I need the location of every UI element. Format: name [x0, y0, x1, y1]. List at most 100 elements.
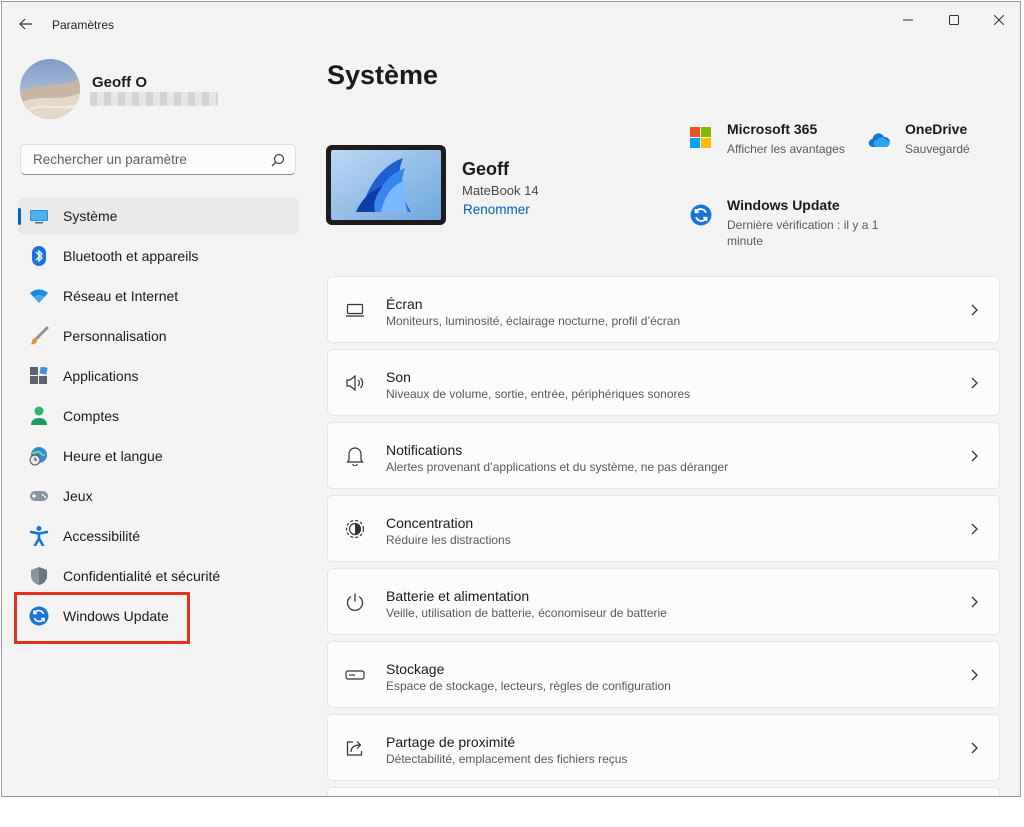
brush-icon	[29, 326, 49, 346]
rename-link[interactable]: Renommer	[463, 202, 530, 217]
share-icon	[345, 738, 365, 758]
wifi-icon	[29, 286, 49, 306]
close-icon	[994, 15, 1004, 25]
sidebar-item-label: Accessibilité	[63, 528, 141, 544]
card-concentration[interactable]: Concentration Réduire les distractions	[327, 495, 1000, 562]
card-desc: Moniteurs, luminosité, éclairage nocturn…	[386, 314, 681, 328]
sidebar-item-label: Réseau et Internet	[63, 288, 179, 304]
sidebar-item-jeux[interactable]: Jeux	[18, 478, 299, 514]
card-desc: Détectabilité, emplacement des fichiers …	[386, 752, 628, 766]
card-title: Batterie et alimentation	[386, 588, 530, 604]
power-icon	[345, 592, 365, 612]
accessibility-icon	[29, 526, 49, 546]
card-son[interactable]: Son Niveaux de volume, sortie, entrée, p…	[327, 349, 1000, 416]
avatar[interactable]	[20, 59, 80, 119]
monitor-icon	[29, 206, 49, 226]
tile-title: Microsoft 365	[727, 121, 818, 137]
windows-bloom-image	[331, 150, 441, 220]
minimize-icon	[903, 19, 913, 21]
tile-subtitle: Afficher les avantages	[727, 142, 845, 156]
person-icon	[29, 406, 49, 426]
focus-icon	[345, 519, 365, 539]
chevron-right-icon	[971, 523, 978, 535]
arrow-left-icon	[19, 18, 32, 30]
tile-subtitle: Dernière vérification : il y a 1 minute	[727, 217, 878, 249]
device-model: MateBook 14	[462, 183, 539, 198]
page-title: Système	[327, 60, 439, 90]
chevron-right-icon	[971, 450, 978, 462]
title-bar: Paramètres	[2, 2, 1020, 42]
card-title: Partage de proximité	[386, 734, 516, 750]
storage-icon	[345, 665, 365, 685]
card-desc: Veille, utilisation de batterie, économi…	[386, 606, 667, 620]
card-stockage[interactable]: Stockage Espace de stockage, lecteurs, r…	[327, 641, 1000, 708]
globe-clock-icon	[29, 446, 49, 466]
tile-subtitle: Sauvegardé	[905, 142, 970, 156]
card-title: Stockage	[386, 661, 445, 677]
card-title: Écran	[386, 296, 423, 312]
bluetooth-icon	[29, 246, 49, 266]
sidebar-item-accessibilite[interactable]: Accessibilité	[18, 518, 299, 554]
sidebar-nav: Système Bluetooth et appareils Réseau et…	[18, 198, 299, 638]
maximize-button[interactable]	[932, 6, 976, 34]
card-notifications[interactable]: Notifications Alertes provenant d’applic…	[327, 422, 1000, 489]
search-icon[interactable]	[271, 153, 285, 167]
card-title: Concentration	[386, 515, 474, 531]
search-box[interactable]	[20, 144, 296, 175]
device-thumbnail	[326, 145, 446, 225]
card-desc: Espace de stockage, lecteurs, règles de …	[386, 679, 671, 693]
sidebar-item-label: Jeux	[63, 488, 93, 504]
windows-update-highlight	[14, 592, 190, 644]
sidebar-item-label: Heure et langue	[63, 448, 163, 464]
device-name: Geoff	[462, 159, 509, 179]
minimize-button[interactable]	[886, 6, 930, 34]
card-batterie[interactable]: Batterie et alimentation Veille, utilisa…	[327, 568, 1000, 635]
card-ecran[interactable]: Écran Moniteurs, luminosité, éclairage n…	[327, 276, 1000, 343]
tile-microsoft-365[interactable]: Microsoft 365 Afficher les avantages	[690, 121, 860, 161]
chevron-right-icon	[971, 742, 978, 754]
user-email-redacted	[90, 92, 218, 106]
avatar-desert-image	[20, 59, 80, 119]
chevron-right-icon	[971, 596, 978, 608]
card-title: Son	[386, 369, 411, 385]
settings-list: Écran Moniteurs, luminosité, éclairage n…	[327, 276, 1000, 796]
chevron-right-icon	[971, 304, 978, 316]
bell-icon	[345, 446, 365, 466]
sidebar-item-label: Confidentialité et sécurité	[63, 568, 221, 584]
card-desc: Réduire les distractions	[386, 533, 511, 547]
sync-icon	[690, 204, 712, 226]
sidebar-item-reseau[interactable]: Réseau et Internet	[18, 278, 299, 314]
card-partage-proximite[interactable]: Partage de proximité Détectabilité, empl…	[327, 714, 1000, 781]
speaker-icon	[345, 373, 365, 393]
sidebar-item-heure-langue[interactable]: Heure et langue	[18, 438, 299, 474]
tile-onedrive[interactable]: OneDrive Sauvegardé	[868, 121, 1008, 161]
card-title: Notifications	[386, 442, 463, 458]
sidebar-item-confidentialite[interactable]: Confidentialité et sécurité	[18, 558, 299, 594]
tile-windows-update[interactable]: Windows Update Dernière vérification : i…	[690, 197, 900, 253]
app-title: Paramètres	[52, 18, 115, 32]
sidebar-item-systeme[interactable]: Système	[18, 198, 299, 234]
search-input[interactable]	[31, 151, 265, 168]
tile-title: OneDrive	[905, 121, 968, 137]
gamepad-icon	[29, 486, 49, 506]
sidebar-item-bluetooth[interactable]: Bluetooth et appareils	[18, 238, 299, 274]
sidebar-item-personnalisation[interactable]: Personnalisation	[18, 318, 299, 354]
user-name: Geoff O	[92, 74, 147, 91]
chevron-right-icon	[971, 669, 978, 681]
card-desc: Alertes provenant d’applications et du s…	[386, 460, 729, 474]
sidebar-item-label: Personnalisation	[63, 328, 167, 344]
sidebar-item-applications[interactable]: Applications	[18, 358, 299, 394]
cloud-icon	[868, 133, 890, 148]
tile-title: Windows Update	[727, 197, 840, 213]
card-next-partial[interactable]	[327, 787, 1000, 796]
sidebar-item-label: Système	[63, 208, 118, 224]
sidebar-item-label: Comptes	[63, 408, 120, 424]
chevron-right-icon	[971, 377, 978, 389]
sidebar-item-label: Applications	[63, 368, 139, 384]
microsoft-logo-icon	[690, 127, 711, 148]
sidebar-item-comptes[interactable]: Comptes	[18, 398, 299, 434]
settings-window: Paramètres Geoff O Rechercher un paramèt…	[1, 1, 1021, 797]
shield-icon	[29, 566, 49, 586]
back-button[interactable]	[14, 12, 38, 36]
close-button[interactable]	[977, 6, 1020, 34]
